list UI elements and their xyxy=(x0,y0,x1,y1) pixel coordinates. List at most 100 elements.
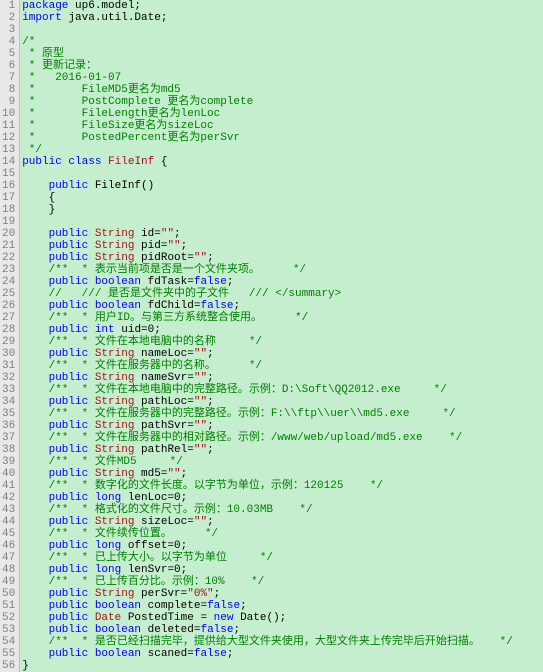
code-line[interactable]: public String md5=""; xyxy=(22,468,543,480)
line-number: 47 xyxy=(2,552,15,564)
code-line[interactable]: public class FileInf { xyxy=(22,156,543,168)
token xyxy=(22,324,48,336)
token xyxy=(88,588,95,600)
code-line[interactable]: * PostedPercent更名为perSvr xyxy=(22,132,543,144)
code-line[interactable]: public String pidRoot=""; xyxy=(22,252,543,264)
token xyxy=(22,432,48,444)
code-line[interactable]: public long lenSvr=0; xyxy=(22,564,543,576)
code-line[interactable]: * 2016-01-07 xyxy=(22,72,543,84)
token xyxy=(88,300,95,312)
code-line[interactable]: /** * 文件MD5 */ xyxy=(22,456,543,468)
token: ; xyxy=(181,240,188,252)
code-line[interactable]: public String pathRel=""; xyxy=(22,444,543,456)
token: package xyxy=(22,0,68,12)
token xyxy=(88,228,95,240)
code-line[interactable]: public String perSvr="0%"; xyxy=(22,588,543,600)
line-number: 21 xyxy=(2,240,15,252)
code-line[interactable]: /** * 文件在服务器中的名称。 */ xyxy=(22,360,543,372)
token xyxy=(22,612,48,624)
code-line[interactable]: public String pathLoc=""; xyxy=(22,396,543,408)
code-line[interactable]: } xyxy=(22,660,543,672)
code-line[interactable]: public Date PostedTime = new Date(); xyxy=(22,612,543,624)
code-line[interactable]: public String sizeLoc=""; xyxy=(22,516,543,528)
code-line[interactable]: */ xyxy=(22,144,543,156)
code-line[interactable]: /** * 已上传百分比。示例：10% */ xyxy=(22,576,543,588)
token: false xyxy=(200,624,233,636)
token: public xyxy=(49,564,89,576)
code-line[interactable]: /** * 数字化的文件长度。以字节为单位，示例：120125 */ xyxy=(22,480,543,492)
line-number: 52 xyxy=(2,612,15,624)
code-line[interactable]: public String id=""; xyxy=(22,228,543,240)
token: public xyxy=(49,540,89,552)
code-line[interactable]: public long lenLoc=0; xyxy=(22,492,543,504)
code-line[interactable]: public boolean deleted=false; xyxy=(22,624,543,636)
code-line[interactable]: public boolean fdTask=false; xyxy=(22,276,543,288)
code-line[interactable]: /** * 文件在服务器中的相对路径。示例：/www/web/upload/md… xyxy=(22,432,543,444)
token: /** * 数字化的文件长度。以字节为单位，示例：120125 */ xyxy=(49,480,383,492)
token xyxy=(22,588,48,600)
code-line[interactable]: public boolean complete=false; xyxy=(22,600,543,612)
token: /** * 格式化的文件尺寸。示例：10.03MB */ xyxy=(49,504,313,516)
token: "" xyxy=(194,372,207,384)
line-number: 44 xyxy=(2,516,15,528)
code-line[interactable]: import java.util.Date; xyxy=(22,12,543,24)
token: ; xyxy=(227,648,234,660)
code-line[interactable]: /** * 格式化的文件尺寸。示例：10.03MB */ xyxy=(22,504,543,516)
token xyxy=(22,600,48,612)
code-line[interactable]: public long offset=0; xyxy=(22,540,543,552)
code-line[interactable]: /** * 是否已经扫描完毕，提供给大型文件夹使用，大型文件夹上传完毕后开始扫描… xyxy=(22,636,543,648)
code-line[interactable]: /** * 已上传大小。以字节为单位 */ xyxy=(22,552,543,564)
token: deleted= xyxy=(141,624,200,636)
token: String xyxy=(95,228,135,240)
code-line[interactable]: package up6.model; xyxy=(22,0,543,12)
token: public xyxy=(49,468,89,480)
token: nameSvr= xyxy=(134,372,193,384)
code-line[interactable]: * FileSize更名为sizeLoc xyxy=(22,120,543,132)
token: public xyxy=(49,588,89,600)
token xyxy=(88,492,95,504)
line-number: 30 xyxy=(2,348,15,360)
code-line[interactable]: public boolean fdChild=false; xyxy=(22,300,543,312)
code-line[interactable]: /** * 文件在服务器中的完整路径。示例：F:\\ftp\\uer\\md5.… xyxy=(22,408,543,420)
code-line[interactable]: /** * 文件续传位置。 */ xyxy=(22,528,543,540)
code-line[interactable]: public String nameSvr=""; xyxy=(22,372,543,384)
token: * FileMD5更名为md5 xyxy=(22,84,180,96)
token: ; xyxy=(181,468,188,480)
code-line[interactable]: * FileLength更名为lenLoc xyxy=(22,108,543,120)
line-number: 22 xyxy=(2,252,15,264)
token: ; xyxy=(214,588,221,600)
code-line[interactable] xyxy=(22,24,543,36)
token xyxy=(88,540,95,552)
token xyxy=(22,348,48,360)
token: false xyxy=(194,648,227,660)
line-number: 11 xyxy=(2,120,15,132)
code-line[interactable]: * 更新记录： xyxy=(22,60,543,72)
code-line[interactable]: /** * 文件在本地电脑中的完整路径。示例：D:\Soft\QQ2012.ex… xyxy=(22,384,543,396)
token xyxy=(88,444,95,456)
token: fdChild= xyxy=(141,300,200,312)
token: false xyxy=(207,600,240,612)
code-line[interactable]: public String pathSvr=""; xyxy=(22,420,543,432)
code-line[interactable]: public boolean scaned=false; xyxy=(22,648,543,660)
code-line[interactable]: } xyxy=(22,204,543,216)
code-line[interactable]: public String nameLoc=""; xyxy=(22,348,543,360)
code-line[interactable]: { xyxy=(22,192,543,204)
code-line[interactable]: public String pid=""; xyxy=(22,240,543,252)
code-line[interactable]: /* xyxy=(22,36,543,48)
code-line[interactable]: public FileInf() xyxy=(22,180,543,192)
code-line[interactable]: /** * 用户ID。与第三方系统整合使用。 */ xyxy=(22,312,543,324)
code-line[interactable] xyxy=(22,168,543,180)
line-number: 18 xyxy=(2,204,15,216)
code-line[interactable]: * PostComplete 更名为complete xyxy=(22,96,543,108)
code-line[interactable]: /** * 表示当前项是否是一个文件夹项。 */ xyxy=(22,264,543,276)
code-line[interactable]: public int uid=0; xyxy=(22,324,543,336)
token: ; xyxy=(240,600,247,612)
code-area[interactable]: package up6.model;import java.util.Date;… xyxy=(20,0,543,672)
token: /** * 文件在本地电脑中的完整路径。示例：D:\Soft\QQ2012.ex… xyxy=(49,384,447,396)
code-line[interactable]: // /// 是否是文件夹中的子文件 /// </summary> xyxy=(22,288,543,300)
code-line[interactable]: * FileMD5更名为md5 xyxy=(22,84,543,96)
code-line[interactable]: * 原型 xyxy=(22,48,543,60)
code-line[interactable]: /** * 文件在本地电脑中的名称 */ xyxy=(22,336,543,348)
code-line[interactable] xyxy=(22,216,543,228)
token: public xyxy=(49,612,89,624)
